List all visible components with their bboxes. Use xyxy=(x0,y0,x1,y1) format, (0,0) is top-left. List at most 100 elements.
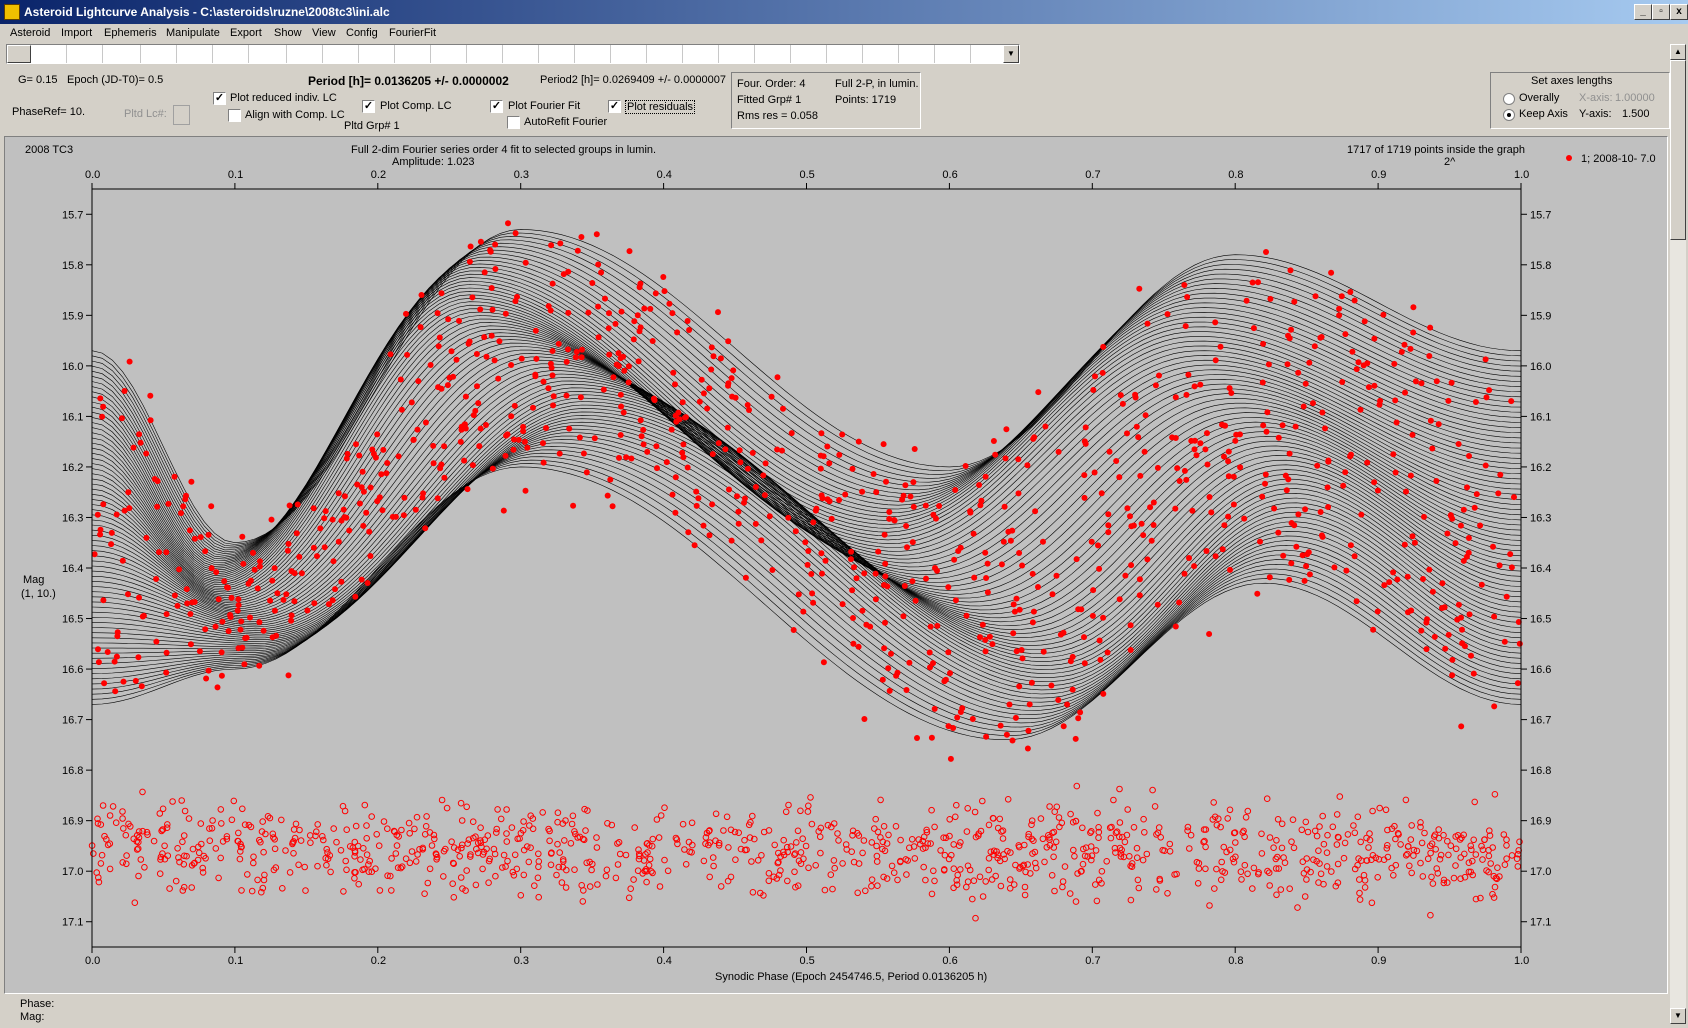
align-comp-checkbox[interactable] xyxy=(228,109,241,122)
scroll-down-icon[interactable]: ▼ xyxy=(1670,1008,1686,1024)
data-point xyxy=(623,454,630,461)
vertical-scrollbar[interactable]: ▲ ▼ xyxy=(1670,44,1686,1024)
selector-cell[interactable] xyxy=(611,45,647,63)
data-point xyxy=(1271,505,1278,512)
residual-point xyxy=(1092,881,1099,888)
selector-cell[interactable] xyxy=(467,45,503,63)
residual-point xyxy=(218,820,225,827)
residual-point xyxy=(972,914,979,922)
data-point xyxy=(1314,462,1321,469)
data-point xyxy=(1013,648,1020,655)
selector-cell[interactable] xyxy=(863,45,899,63)
selector-cell[interactable] xyxy=(141,45,177,63)
data-point xyxy=(654,465,660,472)
plot-comp-checkbox[interactable]: ✓ xyxy=(362,100,375,113)
data-point xyxy=(647,305,654,312)
data-point xyxy=(321,515,328,522)
selector-cell[interactable] xyxy=(395,45,431,63)
residual-point xyxy=(950,865,958,873)
selector-cell[interactable] xyxy=(791,45,827,63)
menu-view[interactable]: View xyxy=(312,27,336,39)
selector-cell[interactable] xyxy=(251,45,287,63)
data-point xyxy=(637,417,644,424)
data-point xyxy=(572,354,579,361)
scroll-up-icon[interactable]: ▲ xyxy=(1670,44,1686,60)
y-axis-value[interactable]: 1.500 xyxy=(1622,108,1650,120)
menu-ephemeris[interactable]: Ephemeris xyxy=(104,27,157,39)
data-point xyxy=(666,300,673,307)
selector-cell[interactable] xyxy=(575,45,611,63)
selector-cell[interactable] xyxy=(683,45,719,63)
menu-fourierfit[interactable]: FourierFit xyxy=(389,27,436,39)
data-point xyxy=(618,308,625,315)
residual-point xyxy=(209,817,216,824)
selector-cell[interactable] xyxy=(539,45,575,63)
plot-panel[interactable]: 0.0 0.0 0.1 0.1 0.2 0.2 0.3 0.3 0.4 0.4 0.5 0.5 0.6 0… xyxy=(4,136,1668,994)
data-point xyxy=(729,393,736,400)
menu-manipulate[interactable]: Manipulate xyxy=(166,27,220,39)
residual-point xyxy=(964,878,972,886)
menu-export[interactable]: Export xyxy=(230,27,262,39)
scroll-thumb[interactable] xyxy=(1670,60,1686,240)
residual-point xyxy=(569,812,577,820)
pltd-lc-spinner[interactable] xyxy=(173,105,190,125)
chevron-down-icon[interactable]: ▼ xyxy=(1003,45,1019,63)
data-point xyxy=(1221,422,1228,429)
autorefit-checkbox[interactable] xyxy=(507,116,520,129)
data-point xyxy=(970,530,977,537)
selector-cell[interactable] xyxy=(647,45,683,63)
menu-import[interactable]: Import xyxy=(61,27,92,39)
selector-cell[interactable] xyxy=(755,45,791,63)
selector-cell[interactable] xyxy=(899,45,935,63)
residual-point xyxy=(279,885,286,892)
selector-cell[interactable] xyxy=(431,45,467,63)
residual-point xyxy=(1286,885,1293,893)
menu-asteroid[interactable]: Asteroid xyxy=(10,27,50,39)
data-point xyxy=(414,426,421,433)
residual-point xyxy=(1051,808,1058,816)
lightcurve-selector[interactable]: ▼ xyxy=(6,44,1020,64)
menu-show[interactable]: Show xyxy=(274,27,302,39)
data-point xyxy=(457,438,464,445)
residual-point xyxy=(179,887,187,894)
data-point xyxy=(235,645,242,652)
keep-axis-radio[interactable] xyxy=(1503,109,1515,121)
residual-point xyxy=(1266,882,1273,889)
maximize-button[interactable]: ▫ xyxy=(1652,4,1670,20)
selector-cell[interactable] xyxy=(503,45,539,63)
selector-cell[interactable] xyxy=(359,45,395,63)
data-point xyxy=(849,465,856,472)
data-point xyxy=(1097,656,1104,663)
selector-cell[interactable] xyxy=(935,45,971,63)
overally-radio[interactable] xyxy=(1503,93,1515,105)
data-point xyxy=(256,662,263,669)
minimize-button[interactable]: _ xyxy=(1634,4,1652,20)
plot-reduced-checkbox[interactable]: ✓ xyxy=(213,92,226,105)
selector-cell[interactable] xyxy=(213,45,249,63)
data-point xyxy=(710,353,717,360)
plot-residuals-checkbox[interactable]: ✓ xyxy=(608,100,621,113)
data-point xyxy=(136,431,143,438)
data-point xyxy=(1135,434,1142,441)
selector-cell[interactable] xyxy=(827,45,863,63)
selector-button[interactable] xyxy=(7,45,31,63)
selector-cell[interactable] xyxy=(287,45,323,63)
lightcurve-chart[interactable]: 0.00.00.10.10.20.20.30.30.40.40.50.50.60… xyxy=(5,137,1667,993)
plot-fourier-checkbox[interactable]: ✓ xyxy=(490,100,503,113)
selector-cell[interactable] xyxy=(323,45,359,63)
y-tick-label-left: 16.5 xyxy=(62,614,83,626)
selector-cell[interactable] xyxy=(719,45,755,63)
x-axis-value[interactable]: 1.00000 xyxy=(1615,92,1655,104)
menu-config[interactable]: Config xyxy=(346,27,378,39)
data-point xyxy=(1424,616,1430,623)
data-point xyxy=(962,463,969,469)
selector-cell[interactable] xyxy=(105,45,141,63)
close-button[interactable]: x xyxy=(1670,4,1688,20)
data-point xyxy=(136,594,142,601)
points-count: Points: 1719 xyxy=(835,94,897,106)
selector-cell[interactable] xyxy=(177,45,213,63)
selector-cell[interactable] xyxy=(67,45,103,63)
selector-cell[interactable] xyxy=(31,45,67,63)
selector-cell[interactable] xyxy=(971,45,1007,63)
data-point xyxy=(1141,448,1148,455)
